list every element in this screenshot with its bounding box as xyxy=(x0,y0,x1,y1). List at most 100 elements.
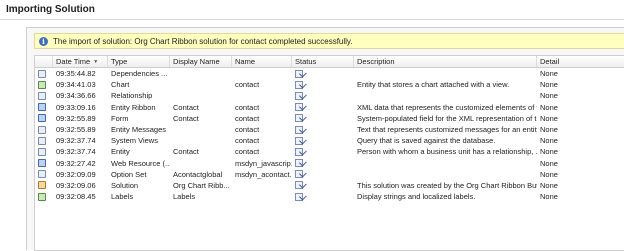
info-icon: i xyxy=(39,36,48,46)
cell-name: msdyn_javascrip... xyxy=(235,158,292,168)
table-row[interactable]: 09:32:55.89 Entity Messages contact Text… xyxy=(35,124,624,135)
success-status-icon xyxy=(295,147,303,156)
cell-datetime: 09:32:37.74 xyxy=(56,147,96,157)
notice-text: The import of solution: Org Chart Ribbon… xyxy=(53,36,353,46)
labels-icon xyxy=(38,192,46,201)
cell-datetime: 09:34:36.66 xyxy=(56,91,96,101)
cell-type: Form xyxy=(111,113,129,123)
cell-display-name xyxy=(170,90,232,101)
import-results-grid: Date Time ▼ Type Display Name Name Status… xyxy=(34,55,624,251)
table-row[interactable]: 09:32:55.89 Form Contact contact System-… xyxy=(35,113,624,124)
cell-display-name: Contact xyxy=(173,102,199,112)
cell-name xyxy=(232,68,292,79)
cell-type: Labels xyxy=(111,192,134,202)
header-name[interactable]: Name xyxy=(232,56,292,67)
cell-detail: None xyxy=(540,80,558,90)
cell-detail: None xyxy=(540,147,558,157)
table-row[interactable]: 09:32:08.45 Labels Labels Display string… xyxy=(35,191,624,202)
header-detail[interactable]: Detail xyxy=(537,56,624,67)
cell-datetime: 09:32:08.45 xyxy=(56,192,96,202)
cell-name xyxy=(232,90,292,101)
cell-name xyxy=(232,191,292,202)
header-icon-column xyxy=(35,56,53,67)
table-row[interactable]: 09:32:09.06 Solution Org Chart Ribb... T… xyxy=(35,180,624,191)
cell-detail: None xyxy=(540,136,558,146)
cell-type: Solution xyxy=(111,180,139,190)
cell-description xyxy=(354,158,537,169)
cell-datetime: 09:32:09.06 xyxy=(56,180,96,190)
header-type[interactable]: Type xyxy=(108,56,170,67)
cell-type: Relationship xyxy=(111,91,153,101)
table-row[interactable]: 09:32:09.09 Option Set Acontactglobal ms… xyxy=(35,169,624,180)
cell-type: Web Resource (... xyxy=(111,158,170,168)
success-status-icon xyxy=(295,91,303,100)
cell-datetime: 09:32:55.89 xyxy=(56,113,96,123)
header-display-name[interactable]: Display Name xyxy=(170,56,232,67)
cell-datetime: 09:35:44.82 xyxy=(56,69,96,78)
cell-type: Chart xyxy=(111,80,130,90)
success-status-icon xyxy=(295,69,303,78)
cell-name: contact xyxy=(235,136,260,146)
cell-display-name: Contact xyxy=(173,147,199,157)
cell-datetime: 09:34:41.03 xyxy=(56,80,96,90)
table-row[interactable]: 09:34:41.03 Chart contact Entity that st… xyxy=(35,79,624,90)
cell-datetime: 09:32:55.89 xyxy=(56,124,96,134)
success-status-icon xyxy=(295,136,303,145)
cell-name: contact xyxy=(235,147,260,157)
success-status-icon xyxy=(295,103,303,112)
cell-display-name xyxy=(170,79,232,90)
cell-description xyxy=(354,90,537,101)
option-set-icon xyxy=(38,170,46,179)
solution-icon xyxy=(38,181,46,190)
table-row[interactable]: 09:32:27.42 Web Resource (... msdyn_java… xyxy=(35,158,624,169)
success-status-icon xyxy=(295,181,303,190)
cell-name: msdyn_acontact... xyxy=(235,169,292,179)
cell-description: Entity that stores a chart attached with… xyxy=(357,80,510,90)
cell-datetime: 09:32:09.09 xyxy=(56,169,96,179)
cell-name xyxy=(232,180,292,191)
cell-description: Person with whom a business unit has a r… xyxy=(357,147,537,157)
table-row[interactable]: 09:32:37.74 Entity Contact contact Perso… xyxy=(35,146,624,157)
table-row[interactable]: 09:32:37.74 System Views contact Query t… xyxy=(35,135,624,146)
success-status-icon xyxy=(295,114,303,123)
header-datetime[interactable]: Date Time ▼ xyxy=(53,56,108,67)
cell-detail: None xyxy=(540,192,558,202)
cell-detail: None xyxy=(540,91,558,101)
table-row[interactable]: 09:34:36.66 Relationship None xyxy=(35,90,624,101)
success-status-icon xyxy=(295,192,303,201)
cell-display-name xyxy=(170,135,232,146)
cell-detail: None xyxy=(540,180,558,190)
cell-display-name xyxy=(170,68,232,79)
success-status-icon xyxy=(295,80,303,89)
cell-description: This solution was created by the Org Cha… xyxy=(357,180,537,190)
cell-type: System Views xyxy=(111,136,158,146)
cell-description xyxy=(354,68,537,79)
dependencies-icon xyxy=(38,69,46,78)
header-description[interactable]: Description xyxy=(354,56,537,67)
cell-display-name: Contact xyxy=(173,113,199,123)
cell-description: Text that represents customized messages… xyxy=(357,124,537,134)
header-datetime-label: Date Time xyxy=(56,57,91,66)
cell-display-name: Org Chart Ribb... xyxy=(173,180,230,190)
success-notice-bar: i The import of solution: Org Chart Ribb… xyxy=(34,33,624,49)
success-status-icon xyxy=(295,170,303,179)
cell-detail: None xyxy=(540,113,558,123)
cell-display-name xyxy=(170,158,232,169)
cell-type: Dependencies ... xyxy=(111,69,168,78)
table-row[interactable]: 09:35:44.82 Dependencies ... None xyxy=(35,68,624,79)
cell-description: XML data that represents the customized … xyxy=(357,102,537,112)
chart-icon xyxy=(38,80,46,89)
cell-type: Entity Messages xyxy=(111,124,167,134)
table-row[interactable]: 09:33:09.16 Entity Ribbon Contact contac… xyxy=(35,102,624,113)
cell-description: Query that is saved against the database… xyxy=(357,136,496,146)
header-status[interactable]: Status xyxy=(292,56,354,67)
grid-rows: 09:35:44.82 Dependencies ... None 09:34:… xyxy=(35,68,624,202)
grid-header: Date Time ▼ Type Display Name Name Status… xyxy=(35,56,624,68)
cell-type: Option Set xyxy=(111,169,147,179)
sort-descending-icon[interactable]: ▼ xyxy=(93,59,98,65)
cell-description xyxy=(354,169,537,180)
cell-datetime: 09:32:27.42 xyxy=(56,158,96,168)
cell-description: Display strings and localized labels. xyxy=(357,192,476,202)
cell-datetime: 09:33:09.16 xyxy=(56,102,96,112)
cell-detail: None xyxy=(540,69,558,78)
